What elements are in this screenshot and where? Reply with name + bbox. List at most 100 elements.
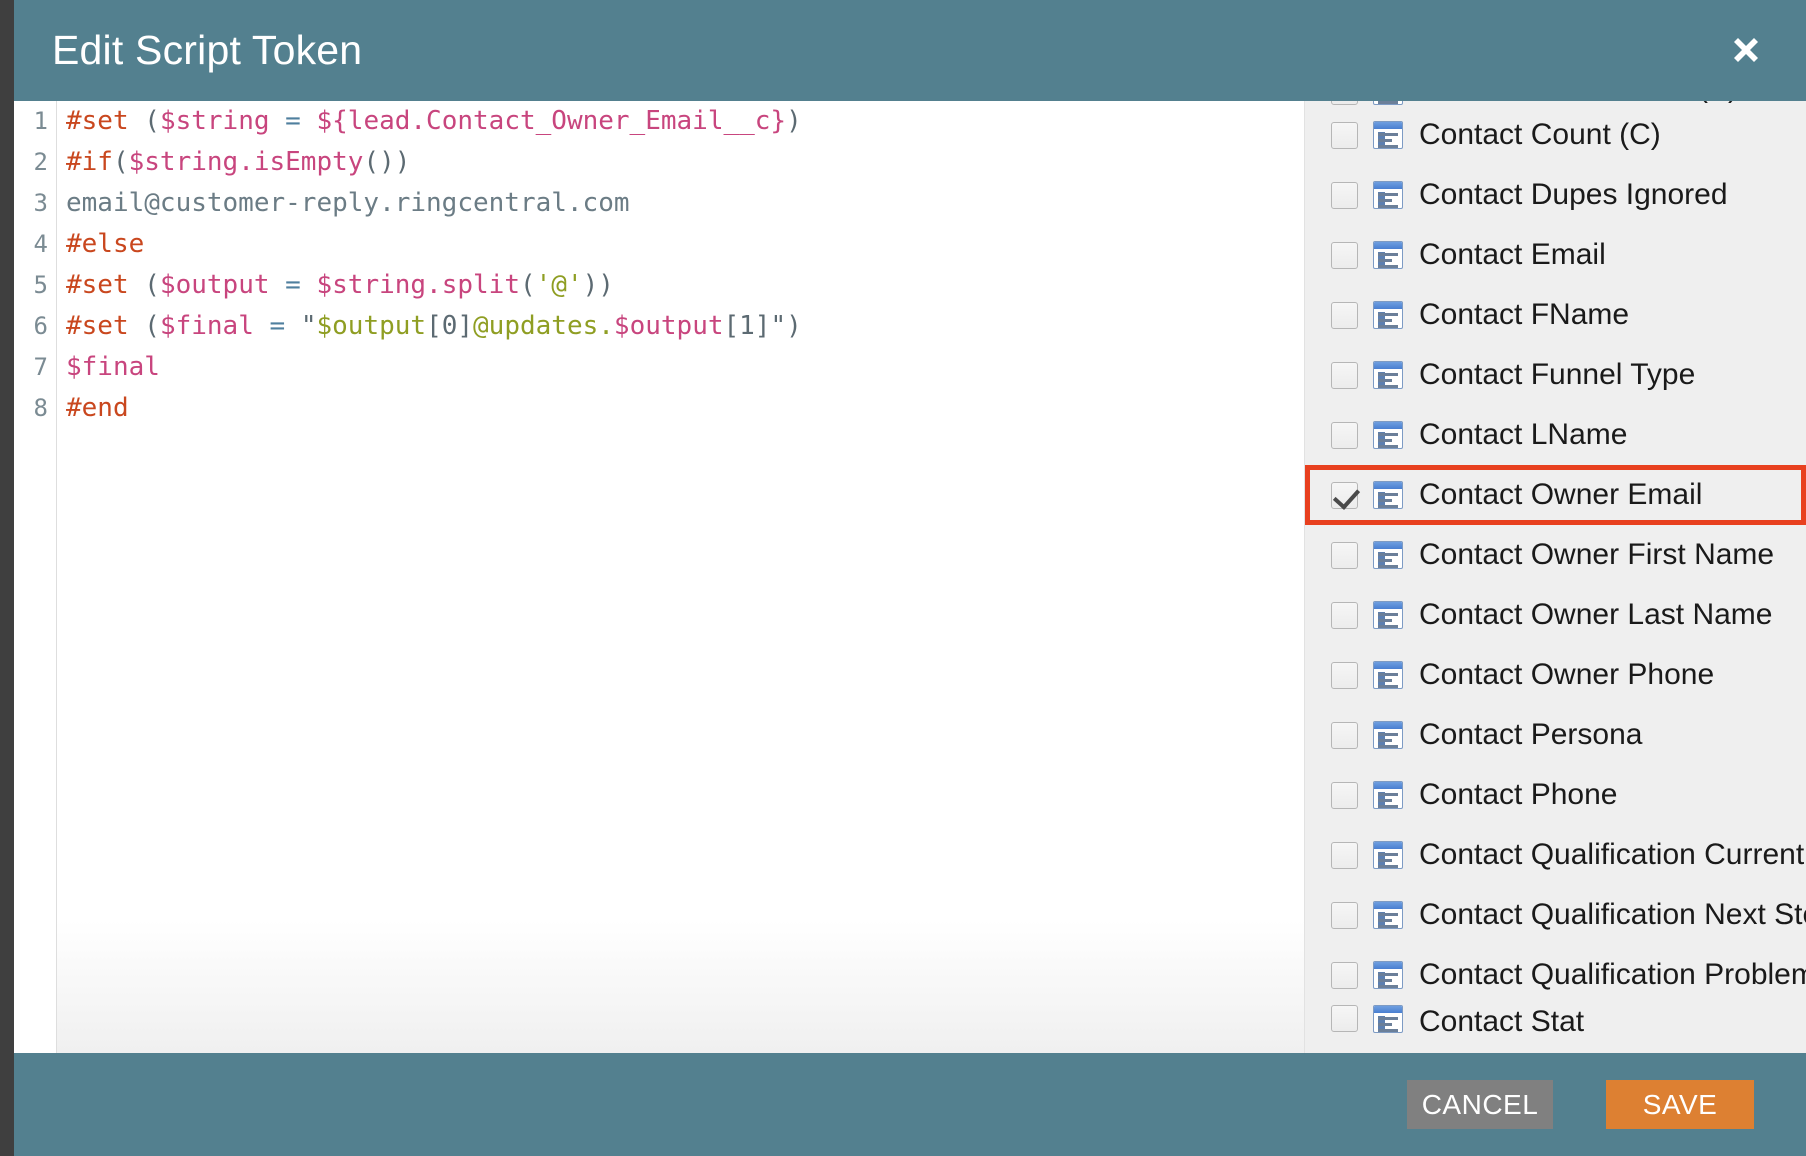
checkbox-unchecked[interactable] xyxy=(1331,1005,1358,1032)
editor-line-number-gutter: 1 2 3 4 5 6 7 8 xyxy=(14,101,57,1053)
checkbox-unchecked[interactable] xyxy=(1331,841,1358,869)
field-list-item[interactable]: Contact Owner Phone xyxy=(1305,645,1806,705)
field-list-item-label: Contact Owner Phone xyxy=(1419,658,1715,691)
field-list-item[interactable]: Contact Phone xyxy=(1305,765,1806,825)
field-list: Contact Center TAM (A)Contact Count (C)C… xyxy=(1305,101,1806,1035)
text-field-icon xyxy=(1373,601,1403,629)
field-list-panel[interactable]: Contact Center TAM (A)Contact Count (C)C… xyxy=(1304,101,1806,1053)
checkbox-unchecked[interactable] xyxy=(1331,601,1358,629)
checkbox-unchecked[interactable] xyxy=(1331,901,1358,929)
field-list-item[interactable]: Contact Email xyxy=(1305,225,1806,285)
close-icon[interactable] xyxy=(1722,26,1770,74)
modal-header: Edit Script Token xyxy=(14,0,1806,101)
checkbox-unchecked[interactable] xyxy=(1331,661,1358,689)
code-token: )) xyxy=(582,270,614,300)
code-token: email@customer-reply.ringcentral.com xyxy=(66,188,630,218)
field-list-item[interactable]: Contact Owner Last Name xyxy=(1305,585,1806,645)
text-field-icon xyxy=(1373,1005,1403,1033)
code-token: $string xyxy=(159,106,270,136)
text-field-icon xyxy=(1373,961,1403,989)
code-line: $final xyxy=(66,347,1304,388)
field-list-item[interactable]: Contact Stat xyxy=(1305,1005,1806,1035)
text-field-icon xyxy=(1373,901,1403,929)
code-token: '@' xyxy=(535,270,583,300)
code-line: email@customer-reply.ringcentral.com xyxy=(66,183,1304,224)
code-token: $string.isEmpty xyxy=(128,147,364,177)
code-token: #set xyxy=(66,311,145,341)
code-token: ( xyxy=(519,270,536,300)
editor-code-area[interactable]: #set ($string = ${lead.Contact_Owner_Ema… xyxy=(58,101,1304,1053)
field-list-item[interactable]: Contact Qualification Next Step xyxy=(1305,885,1806,945)
line-number: 6 xyxy=(33,312,48,340)
code-line: #if($string.isEmpty()) xyxy=(66,142,1304,183)
text-field-icon xyxy=(1373,181,1403,209)
checkbox-unchecked[interactable] xyxy=(1331,541,1358,569)
code-token: $final xyxy=(159,311,254,341)
cancel-button[interactable]: CANCEL xyxy=(1407,1080,1553,1129)
field-list-item[interactable]: Contact Count (C) xyxy=(1305,105,1806,165)
field-list-item[interactable]: Contact LName xyxy=(1305,405,1806,465)
text-field-icon xyxy=(1373,721,1403,749)
code-token: ()) xyxy=(363,147,411,177)
checkbox-unchecked[interactable] xyxy=(1331,121,1358,149)
code-line: #else xyxy=(66,224,1304,265)
line-number: 7 xyxy=(33,353,48,381)
line-number: 5 xyxy=(33,271,48,299)
field-list-item-label: Contact Persona xyxy=(1419,718,1643,751)
checkbox-unchecked[interactable] xyxy=(1331,181,1358,209)
field-list-item-label: Contact Qualification Problems xyxy=(1419,958,1806,991)
field-list-item[interactable]: Contact Persona xyxy=(1305,705,1806,765)
code-token: #end xyxy=(66,393,129,423)
text-field-icon xyxy=(1373,781,1403,809)
code-line: #set ($final = "$output[0]@updates.$outp… xyxy=(66,306,1304,347)
field-list-item-label: Contact Count (C) xyxy=(1419,118,1661,151)
line-number: 3 xyxy=(33,189,48,217)
field-list-item[interactable]: Contact Qualification Current S xyxy=(1305,825,1806,885)
save-button[interactable]: SAVE xyxy=(1606,1080,1754,1129)
code-line: #set ($output = $string.split('@')) xyxy=(66,265,1304,306)
field-list-item[interactable]: Contact Qualification Problems xyxy=(1305,945,1806,1005)
checkbox-unchecked[interactable] xyxy=(1331,781,1358,809)
checkbox-unchecked[interactable] xyxy=(1331,721,1358,749)
code-token: #set xyxy=(66,270,145,300)
text-field-icon xyxy=(1373,121,1403,149)
line-number: 2 xyxy=(33,148,48,176)
code-token: [0] xyxy=(426,311,474,341)
field-list-item-label: Contact Owner Email xyxy=(1419,478,1703,511)
field-list-item[interactable]: Contact Owner First Name xyxy=(1305,525,1806,585)
code-token: @updates. xyxy=(473,311,614,341)
code-line: #set ($string = ${lead.Contact_Owner_Ema… xyxy=(66,101,1304,142)
text-field-icon xyxy=(1373,241,1403,269)
checkbox-unchecked[interactable] xyxy=(1331,421,1358,449)
field-list-item[interactable]: Contact Owner Email xyxy=(1305,465,1806,525)
field-list-item[interactable]: Contact Funnel Type xyxy=(1305,345,1806,405)
field-list-item-label: Contact LName xyxy=(1419,418,1628,451)
code-line: #end xyxy=(66,388,1304,429)
field-list-item-label: Contact Owner First Name xyxy=(1419,538,1775,571)
line-number: 1 xyxy=(33,107,48,135)
text-field-icon xyxy=(1373,661,1403,689)
field-list-item-label: Contact Phone xyxy=(1419,778,1618,811)
code-token: [1] xyxy=(723,311,771,341)
field-list-item[interactable]: Contact Dupes Ignored xyxy=(1305,165,1806,225)
field-list-item-label: Contact Email xyxy=(1419,238,1606,271)
script-editor[interactable]: 12345678 #set ($string = ${lead.Contact_… xyxy=(14,101,1304,1053)
checkbox-unchecked[interactable] xyxy=(1331,241,1358,269)
field-list-item-label: Contact Dupes Ignored xyxy=(1419,178,1728,211)
code-token: = xyxy=(269,270,317,300)
text-field-icon xyxy=(1373,541,1403,569)
checkbox-unchecked[interactable] xyxy=(1331,961,1358,989)
code-token: $string.split xyxy=(316,270,520,300)
checkbox-unchecked[interactable] xyxy=(1331,301,1358,329)
code-token: #else xyxy=(66,229,145,259)
checkbox-checked[interactable] xyxy=(1331,481,1358,509)
code-token: = xyxy=(269,106,317,136)
checkbox-unchecked[interactable] xyxy=(1331,361,1358,389)
text-field-icon xyxy=(1373,421,1403,449)
modal-body: 12345678 #set ($string = ${lead.Contact_… xyxy=(14,101,1806,1053)
code-token: $final xyxy=(66,352,160,382)
text-field-icon xyxy=(1373,841,1403,869)
modal-footer: CANCEL SAVE xyxy=(14,1053,1806,1156)
field-list-item[interactable]: Contact FName xyxy=(1305,285,1806,345)
page-title: Edit Script Token xyxy=(52,27,363,73)
